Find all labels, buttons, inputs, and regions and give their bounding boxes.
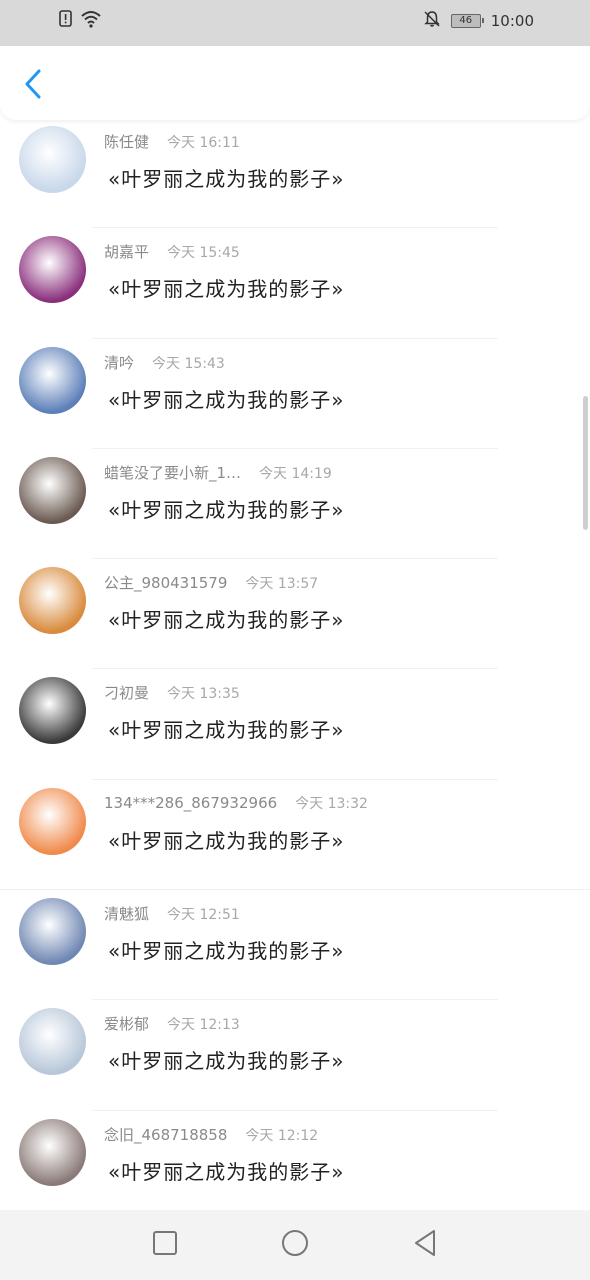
wifi-icon	[80, 10, 102, 32]
list-item[interactable]: 刁初曼 今天 13:35 «叶罗丽之成为我的影子»	[0, 669, 590, 780]
user-name[interactable]: 公主_980431579	[104, 572, 227, 593]
comment-meta: 134***286_867932966 今天 13:32	[104, 793, 368, 813]
back-nav-button[interactable]	[410, 1230, 440, 1260]
timestamp: 今天 13:35	[167, 686, 240, 703]
timestamp: 今天 15:45	[167, 245, 240, 262]
status-bar: 46 10:00	[0, 0, 590, 46]
avatar[interactable]	[19, 236, 86, 304]
clock: 10:00	[490, 12, 534, 30]
list-item[interactable]: 念旧_468718858 今天 12:12 «叶罗丽之成为我的影子»	[0, 1111, 590, 1210]
comment-title[interactable]: «叶罗丽之成为我的影子»	[108, 604, 344, 633]
recent-apps-button[interactable]	[150, 1230, 180, 1260]
avatar[interactable]	[19, 346, 86, 414]
status-right: 46 10:00	[423, 10, 534, 32]
list-item[interactable]: 蜡笔没了要小新_1… 今天 14:19 «叶罗丽之成为我的影子»	[0, 449, 590, 560]
avatar[interactable]	[19, 567, 86, 635]
mute-bell-icon	[423, 10, 441, 32]
comment-title[interactable]: «叶罗丽之成为我的影子»	[108, 825, 344, 854]
back-button[interactable]	[18, 68, 48, 104]
triangle-back-icon	[412, 1229, 438, 1261]
timestamp: 今天 12:13	[167, 1017, 240, 1034]
circle-home-icon	[281, 1229, 309, 1261]
battery-icon: 46	[450, 14, 484, 28]
avatar[interactable]	[19, 1118, 86, 1186]
avatar[interactable]	[19, 126, 86, 193]
user-name[interactable]: 陈任健	[104, 131, 149, 152]
comment-meta: 清吟 今天 15:43	[104, 352, 225, 373]
comment-title[interactable]: «叶罗丽之成为我的影子»	[108, 273, 344, 302]
timestamp: 今天 13:32	[295, 795, 368, 812]
list-item[interactable]: 陈任健 今天 16:11 «叶罗丽之成为我的影子»	[0, 120, 590, 229]
navigation-bar	[0, 1210, 590, 1280]
list-item[interactable]: 清魅狐 今天 12:51 «叶罗丽之成为我的影子»	[0, 890, 590, 1001]
user-name[interactable]: 蜡笔没了要小新_1…	[104, 462, 241, 483]
comment-meta: 胡嘉平 今天 15:45	[104, 241, 240, 262]
user-name[interactable]: 清吟	[104, 352, 134, 373]
avatar[interactable]	[19, 787, 86, 855]
battery-level: 46	[459, 15, 473, 26]
home-button[interactable]	[280, 1230, 310, 1260]
list-item[interactable]: 爱彬郁 今天 12:13 «叶罗丽之成为我的影子»	[0, 1000, 590, 1111]
avatar[interactable]	[19, 898, 86, 966]
avatar[interactable]	[19, 1008, 86, 1076]
list-item[interactable]: 清吟 今天 15:43 «叶罗丽之成为我的影子»	[0, 339, 590, 449]
list-item[interactable]: 134***286_867932966 今天 13:32 «叶罗丽之成为我的影子»	[0, 780, 590, 891]
comment-meta: 念旧_468718858 今天 12:12	[104, 1124, 318, 1145]
comment-meta: 刁初曼 今天 13:35	[104, 682, 240, 703]
timestamp: 今天 12:51	[167, 907, 240, 924]
timestamp: 今天 15:43	[152, 355, 225, 372]
chevron-left-icon	[24, 69, 42, 103]
comment-title[interactable]: «叶罗丽之成为我的影子»	[108, 494, 344, 523]
avatar[interactable]	[19, 677, 86, 745]
comment-meta: 爱彬郁 今天 12:13	[104, 1013, 240, 1034]
list-item[interactable]: 公主_980431579 今天 13:57 «叶罗丽之成为我的影子»	[0, 559, 590, 670]
comment-title[interactable]: «叶罗丽之成为我的影子»	[108, 163, 344, 192]
comment-meta: 公主_980431579 今天 13:57	[104, 572, 318, 593]
comment-meta: 蜡笔没了要小新_1… 今天 14:19	[104, 462, 332, 483]
comment-title[interactable]: «叶罗丽之成为我的影子»	[108, 935, 344, 964]
timestamp: 今天 13:57	[245, 576, 319, 593]
list-item[interactable]: 胡嘉平 今天 15:45 «叶罗丽之成为我的影子»	[0, 228, 590, 339]
comment-list[interactable]: 陈任健 今天 16:11 «叶罗丽之成为我的影子» 胡嘉平 今天 15:45 «叶罗丽之成…	[0, 120, 590, 1210]
user-name[interactable]: 刁初曼	[104, 682, 149, 703]
user-name[interactable]: 胡嘉平	[104, 241, 149, 262]
timestamp: 今天 14:19	[259, 465, 332, 482]
user-name[interactable]: 清魅狐	[104, 903, 149, 924]
comment-meta: 清魅狐 今天 12:51	[104, 903, 240, 924]
timestamp: 今天 16:11	[167, 135, 240, 151]
timestamp: 今天 12:12	[245, 1127, 319, 1144]
comment-title[interactable]: «叶罗丽之成为我的影子»	[108, 714, 344, 743]
header	[0, 46, 590, 120]
list-inner: 陈任健 今天 16:11 «叶罗丽之成为我的影子» 胡嘉平 今天 15:45 «叶罗丽之成…	[0, 120, 590, 1210]
scrollbar[interactable]	[583, 396, 588, 530]
alert-icon	[58, 10, 74, 32]
square-recent-icon	[152, 1230, 178, 1260]
comment-title[interactable]: «叶罗丽之成为我的影子»	[108, 1045, 344, 1074]
avatar[interactable]	[19, 456, 86, 524]
comment-title[interactable]: «叶罗丽之成为我的影子»	[108, 1156, 344, 1185]
user-name[interactable]: 134***286_867932966	[104, 794, 277, 812]
comment-meta: 陈任健 今天 16:11	[104, 131, 240, 152]
user-name[interactable]: 爱彬郁	[104, 1013, 149, 1034]
comment-title[interactable]: «叶罗丽之成为我的影子»	[108, 384, 344, 413]
status-left	[58, 10, 102, 32]
user-name[interactable]: 念旧_468718858	[104, 1124, 227, 1145]
